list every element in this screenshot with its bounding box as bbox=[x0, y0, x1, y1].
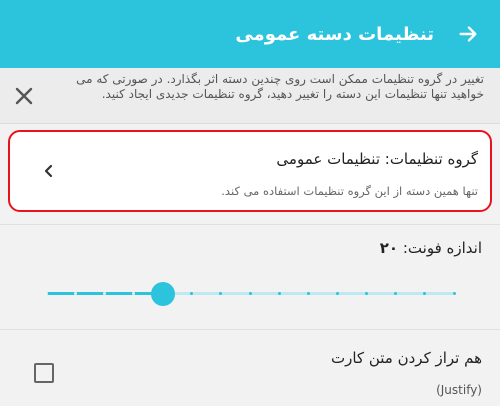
font-size-section: اندازه فونت: ۲۰ bbox=[0, 224, 500, 330]
slider-tick bbox=[335, 292, 339, 295]
font-size-label-text: اندازه فونت: bbox=[398, 239, 482, 257]
font-size-value: ۲۰ bbox=[379, 239, 399, 257]
justify-title: هم تراز کردن متن کارت bbox=[331, 349, 482, 367]
justify-setting-row[interactable]: هم تراز کردن متن کارت (Justify) bbox=[0, 331, 500, 406]
settings-group-selector[interactable]: گروه تنظیمات: تنظیمات عمومی تنها همین دس… bbox=[8, 130, 492, 212]
close-icon bbox=[15, 87, 33, 105]
slider-tick bbox=[277, 292, 281, 295]
slider-tick bbox=[452, 292, 456, 295]
warning-banner: تغییر در گروه تنظیمات ممکن است روی چندین… bbox=[0, 68, 500, 124]
settings-group-subtitle: تنها همین دسته از این گروه تنظیمات استفا… bbox=[221, 184, 478, 198]
settings-group-title: گروه تنظیمات: تنظیمات عمومی bbox=[276, 150, 478, 168]
warning-text: تغییر در گروه تنظیمات ممکن است روی چندین… bbox=[76, 72, 484, 101]
back-button[interactable] bbox=[454, 20, 482, 48]
arrow-forward-icon bbox=[459, 26, 477, 42]
justify-subtitle: (Justify) bbox=[436, 383, 482, 397]
app-bar: تنظیمات دسته عمومی bbox=[0, 0, 500, 68]
slider-tick bbox=[248, 292, 252, 295]
chevron-left-icon bbox=[40, 162, 58, 180]
slider-tick bbox=[306, 292, 310, 295]
justify-checkbox[interactable] bbox=[34, 363, 54, 383]
slider-tick bbox=[131, 292, 135, 295]
slider-tick bbox=[73, 292, 77, 295]
page-title: تنظیمات دسته عمومی bbox=[235, 23, 434, 45]
dismiss-warning-button[interactable] bbox=[10, 82, 38, 110]
slider-tick bbox=[44, 292, 48, 295]
slider-tick bbox=[102, 292, 106, 295]
font-size-label: اندازه فونت: ۲۰ bbox=[380, 239, 482, 257]
slider-thumb[interactable] bbox=[150, 282, 175, 306]
font-size-slider[interactable] bbox=[44, 282, 456, 306]
